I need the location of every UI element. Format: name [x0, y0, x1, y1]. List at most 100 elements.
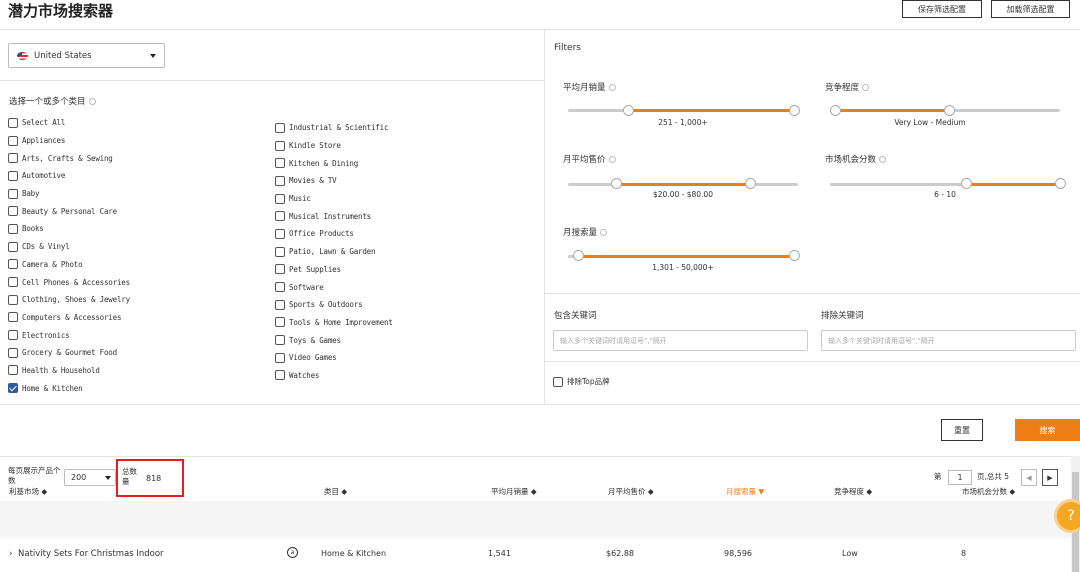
checkbox[interactable]: [8, 347, 18, 358]
checkbox[interactable]: [8, 206, 18, 217]
cell-niche[interactable]: Nativity Sets For Christmas Indoor: [18, 549, 164, 559]
category-checkbox-item[interactable]: Tools & Home Improvement: [275, 314, 535, 332]
checkbox[interactable]: [275, 370, 285, 381]
category-checkbox-label: Beauty & Personal Care: [22, 206, 117, 216]
checkbox[interactable]: [8, 135, 18, 146]
search-button[interactable]: 搜索: [1015, 419, 1080, 441]
checkbox[interactable]: [275, 158, 285, 169]
checkbox[interactable]: [275, 299, 285, 310]
column-header-monthly-search[interactable]: 月搜索量 ▼: [726, 486, 764, 497]
category-checkbox-item[interactable]: Grocery & Gourmet Food: [8, 344, 258, 362]
category-checkbox-item[interactable]: Appliances: [8, 132, 258, 150]
checkbox[interactable]: [8, 383, 18, 394]
category-checkbox-item[interactable]: Kitchen & Dining: [275, 154, 535, 172]
exclude-keywords-input[interactable]: 输入多个关键词时请用逗号","隔开: [821, 330, 1076, 351]
page-title: 潜力市场搜索器: [8, 2, 114, 20]
checkbox[interactable]: [275, 264, 285, 275]
checkbox[interactable]: [8, 241, 18, 252]
column-header-competition[interactable]: 竞争程度 ◆: [834, 486, 872, 497]
avg-monthly-price-range: [616, 183, 750, 186]
help-button[interactable]: ?: [1054, 499, 1080, 533]
category-checkbox-item[interactable]: Industrial & Scientific: [275, 119, 535, 137]
load-config-button[interactable]: 加载筛选配置: [991, 0, 1070, 18]
checkbox[interactable]: [8, 365, 18, 376]
checkbox[interactable]: [8, 188, 18, 199]
category-checkbox-item[interactable]: Select All: [8, 114, 258, 132]
category-checkbox-item[interactable]: Beauty & Personal Care: [8, 202, 258, 220]
checkbox[interactable]: [275, 175, 285, 186]
checkbox[interactable]: [8, 223, 18, 234]
category-checkbox-item[interactable]: Home & Kitchen: [8, 379, 258, 397]
page-input[interactable]: 1: [948, 470, 972, 485]
category-checkbox-item[interactable]: Cell Phones & Accessories: [8, 273, 258, 291]
opportunity-score-min-handle[interactable]: [961, 178, 972, 189]
checkbox[interactable]: [8, 312, 18, 323]
checkbox[interactable]: [8, 170, 18, 181]
per-page-select[interactable]: 200: [64, 469, 116, 486]
category-checkbox-item[interactable]: Pet Supplies: [275, 261, 535, 279]
category-checkbox-item[interactable]: Sports & Outdoors: [275, 296, 535, 314]
checkbox[interactable]: [275, 122, 285, 133]
country-select[interactable]: United States: [8, 43, 165, 68]
checkbox[interactable]: [275, 140, 285, 151]
checkbox[interactable]: [275, 193, 285, 204]
category-checkbox-item[interactable]: Toys & Games: [275, 331, 535, 349]
category-checkbox-item[interactable]: CDs & Vinyl: [8, 238, 258, 256]
avg-monthly-price-text: 月平均售价: [563, 155, 606, 165]
next-page-button[interactable]: ▶: [1042, 469, 1058, 486]
checkbox[interactable]: [8, 277, 18, 288]
exclude-top-brands-checkbox[interactable]: 排除Top品牌: [553, 376, 610, 387]
category-checkbox-item[interactable]: Music: [275, 190, 535, 208]
monthly-search-min-handle[interactable]: [573, 250, 584, 261]
avg-monthly-sales-min-handle[interactable]: [623, 105, 634, 116]
checkbox[interactable]: [8, 117, 18, 128]
category-checkbox-item[interactable]: Video Games: [275, 349, 535, 367]
category-checkbox-item[interactable]: Watches: [275, 367, 535, 385]
category-checkbox-item[interactable]: Musical Instruments: [275, 207, 535, 225]
expand-row-icon[interactable]: ›: [9, 549, 12, 559]
category-checkbox-item[interactable]: Clothing, Shoes & Jewelry: [8, 291, 258, 309]
save-config-button[interactable]: 保存筛选配置: [902, 0, 982, 18]
checkbox[interactable]: [275, 317, 285, 328]
category-checkbox-item[interactable]: Arts, Crafts & Sewing: [8, 149, 258, 167]
amazon-icon[interactable]: a: [287, 547, 298, 558]
category-checkbox-item[interactable]: Books: [8, 220, 258, 238]
avg-monthly-price-min-handle[interactable]: [611, 178, 622, 189]
category-checkbox-item[interactable]: Camera & Photo: [8, 256, 258, 274]
column-header-avg-sales[interactable]: 平均月销量 ◆: [491, 486, 537, 497]
include-keywords-input[interactable]: 输入多个关键词时请用逗号","隔开: [553, 330, 808, 351]
avg-monthly-price-max-handle[interactable]: [745, 178, 756, 189]
category-checkbox-item[interactable]: Office Products: [275, 225, 535, 243]
category-checkbox-item[interactable]: Baby: [8, 185, 258, 203]
checkbox[interactable]: [8, 259, 18, 270]
opportunity-score-max-handle[interactable]: [1055, 178, 1066, 189]
category-checkbox-item[interactable]: Health & Household: [8, 362, 258, 380]
checkbox[interactable]: [275, 282, 285, 293]
monthly-search-max-handle[interactable]: [789, 250, 800, 261]
column-header-opportunity[interactable]: 市场机会分数 ◆: [962, 486, 1015, 497]
category-checkbox-item[interactable]: Electronics: [8, 326, 258, 344]
competition-min-handle[interactable]: [830, 105, 841, 116]
prev-page-button[interactable]: ◀: [1021, 469, 1037, 486]
checkbox[interactable]: [275, 228, 285, 239]
checkbox[interactable]: [8, 153, 18, 164]
checkbox[interactable]: [553, 376, 563, 387]
column-header-avg-price[interactable]: 月平均售价 ◆: [608, 486, 654, 497]
checkbox[interactable]: [8, 294, 18, 305]
column-header-category[interactable]: 类目 ◆: [324, 486, 347, 497]
checkbox[interactable]: [275, 352, 285, 363]
category-checkbox-item[interactable]: Computers & Accessories: [8, 309, 258, 327]
checkbox[interactable]: [275, 211, 285, 222]
column-header-niche[interactable]: 利基市场 ◆: [9, 486, 47, 497]
checkbox[interactable]: [275, 246, 285, 257]
category-checkbox-item[interactable]: Automotive: [8, 167, 258, 185]
category-checkbox-item[interactable]: Kindle Store: [275, 137, 535, 155]
checkbox[interactable]: [8, 330, 18, 341]
category-checkbox-item[interactable]: Movies & TV: [275, 172, 535, 190]
avg-monthly-sales-max-handle[interactable]: [789, 105, 800, 116]
category-checkbox-item[interactable]: Patio, Lawn & Garden: [275, 243, 535, 261]
reset-button[interactable]: 重置: [941, 419, 983, 441]
competition-max-handle[interactable]: [944, 105, 955, 116]
checkbox[interactable]: [275, 335, 285, 346]
category-checkbox-item[interactable]: Software: [275, 278, 535, 296]
